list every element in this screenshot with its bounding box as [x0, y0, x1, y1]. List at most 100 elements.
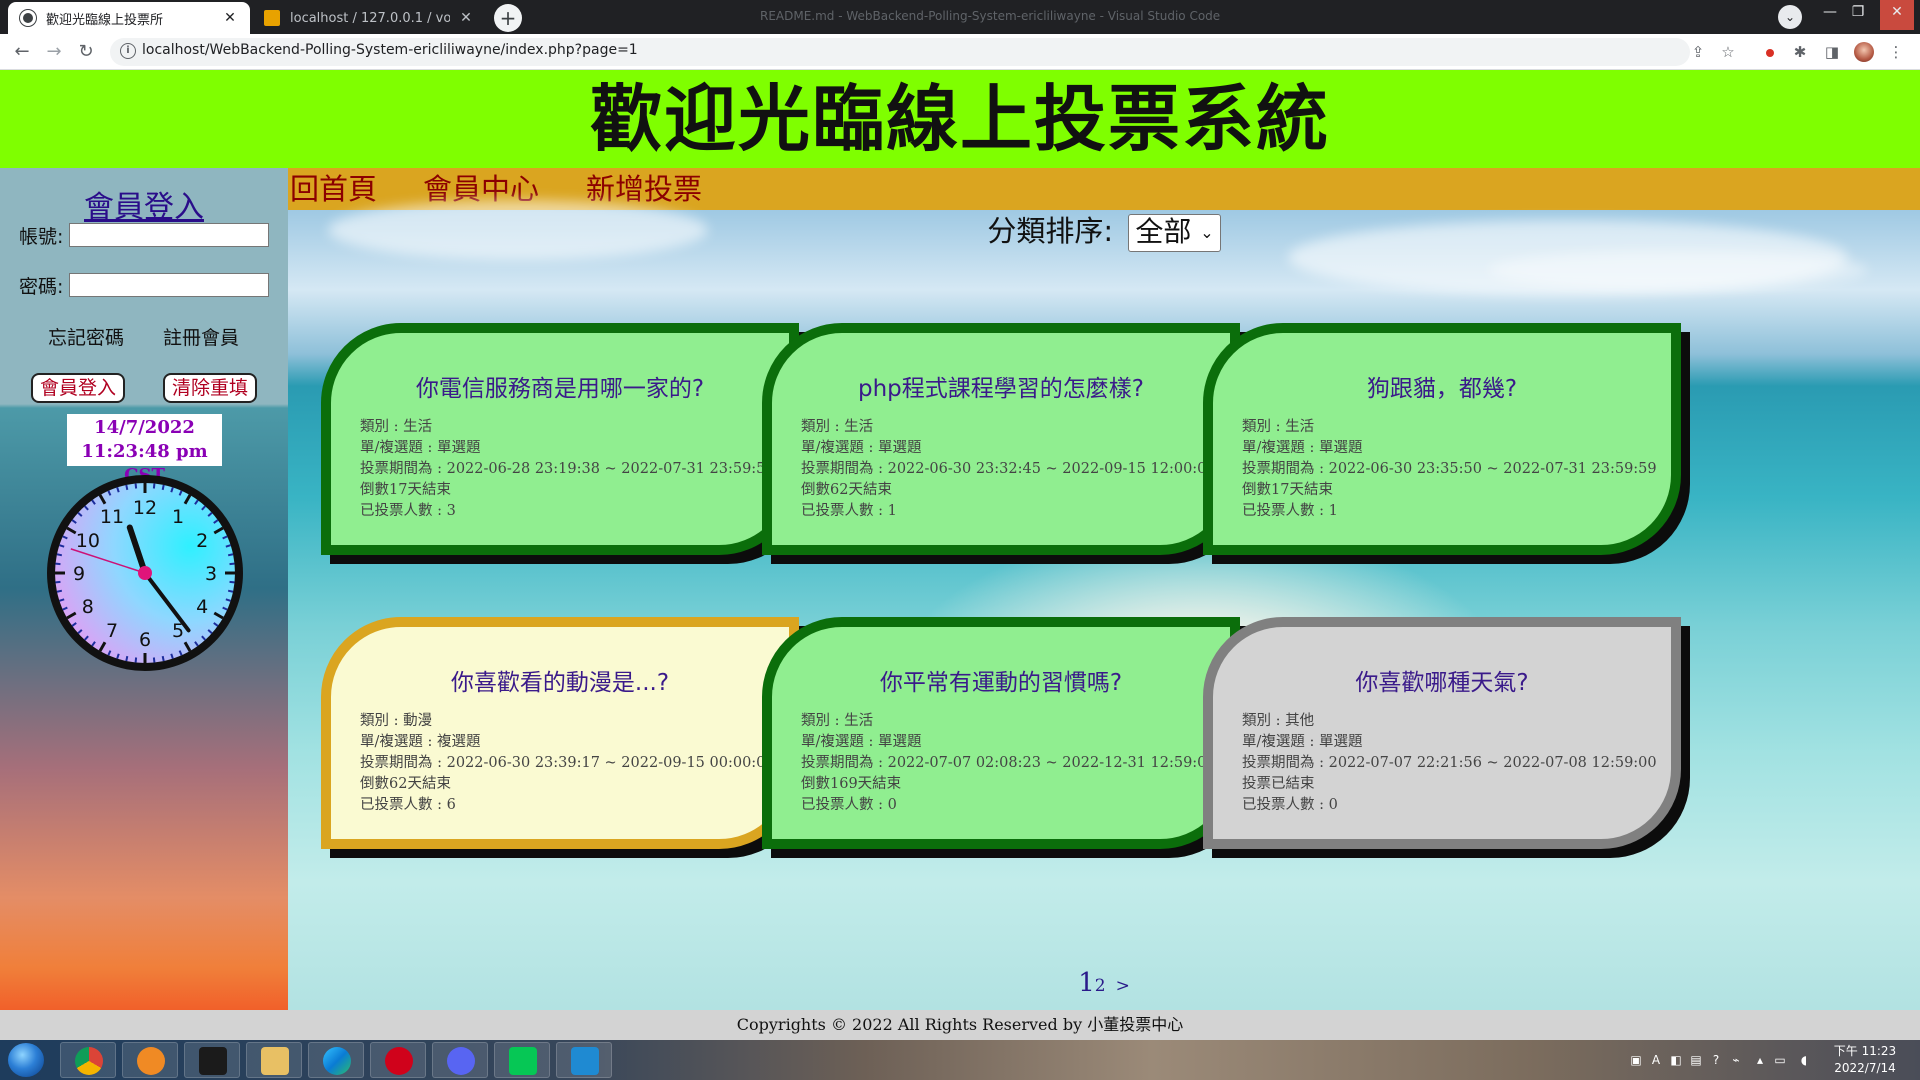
poll-card-body: 你喜歡看的動漫是...? 類別 : 動漫 單/複選題 : 複選題 投票期間為 : 20…: [321, 617, 799, 849]
page-current: 1: [1078, 968, 1095, 998]
volume-icon[interactable]: ◖: [1796, 1052, 1812, 1068]
tray-icon[interactable]: ⌁: [1728, 1052, 1744, 1068]
clock-tick: [125, 484, 129, 491]
poll-period: 投票期間為 : 2022-06-30 23:39:17 ~ 2022-09-15…: [360, 755, 775, 771]
poll-card[interactable]: php程式課程學習的怎麼樣? 類別 : 生活 單/複選題 : 單選題 投票期間為 : …: [762, 323, 1247, 563]
window-close-icon[interactable]: ✕: [1880, 0, 1914, 30]
login-title[interactable]: 會員登入: [0, 182, 288, 226]
url-text[interactable]: localhost/WebBackend-Polling-System-eric…: [142, 42, 638, 58]
site-info-icon[interactable]: i: [120, 43, 136, 59]
poll-status: 倒數169天結束: [801, 776, 902, 792]
tray-icon[interactable]: ▣: [1628, 1052, 1644, 1068]
taskbar-app-button[interactable]: [308, 1042, 364, 1078]
poll-period: 投票期間為 : 2022-06-30 23:35:50 ~ 2022-07-31…: [1242, 461, 1657, 477]
nav-home[interactable]: 回首頁: [290, 168, 377, 210]
window-title: README.md - WebBackend-Polling-System-er…: [760, 9, 1221, 23]
poll-type: 單/複選題 : 單選題: [801, 440, 922, 456]
share-icon[interactable]: ⇪: [1688, 42, 1708, 62]
close-icon[interactable]: ✕: [222, 10, 238, 26]
poll-voters: 已投票人數 : 1: [1242, 503, 1338, 519]
poll-voters: 已投票人數 : 6: [360, 797, 456, 813]
chrome-icon: [75, 1047, 103, 1075]
poll-status: 倒數17天結束: [1242, 482, 1333, 498]
poll-title[interactable]: 你電信服務商是用哪一家的?: [331, 369, 789, 403]
reset-button[interactable]: 清除重填: [163, 373, 257, 403]
tab-search-icon[interactable]: ⌄: [1778, 5, 1802, 29]
taskbar-app-button[interactable]: [246, 1042, 302, 1078]
close-icon[interactable]: ✕: [458, 10, 474, 26]
tray-icon[interactable]: ◧: [1668, 1052, 1684, 1068]
poll-title[interactable]: 你平常有運動的習慣嗎?: [772, 663, 1230, 697]
poll-status: 倒數62天結束: [801, 482, 892, 498]
side-panel-icon[interactable]: ◨: [1822, 42, 1842, 62]
poll-category: 類別 : 生活: [360, 419, 433, 435]
tray-clock[interactable]: 下午 11:23 2022/7/14: [1830, 1043, 1900, 1077]
show-hidden-icon[interactable]: ▴: [1752, 1052, 1768, 1068]
poll-card[interactable]: 你平常有運動的習慣嗎? 類別 : 生活 單/複選題 : 單選題 投票期間為 : 202…: [762, 617, 1247, 857]
taskbar-app-button[interactable]: [370, 1042, 426, 1078]
taskbar-app-button[interactable]: [494, 1042, 550, 1078]
start-menu-icon[interactable]: [8, 1043, 44, 1077]
poll-title[interactable]: 你喜歡看的動漫是...?: [331, 663, 789, 697]
extensions-icon[interactable]: ✱: [1790, 42, 1810, 62]
clock-tick: [227, 589, 234, 593]
poll-category: 類別 : 生活: [801, 713, 874, 729]
poll-voters: 已投票人數 : 0: [801, 797, 897, 813]
address-bar[interactable]: i localhost/WebBackend-Polling-System-er…: [110, 38, 1690, 66]
poll-category: 類別 : 動漫: [360, 713, 433, 729]
vscode-icon: [571, 1047, 599, 1075]
record-extension-icon[interactable]: [1760, 42, 1780, 62]
clock-tick: [152, 483, 156, 489]
poll-meta: 類別 : 生活 單/複選題 : 單選題 投票期間為 : 2022-06-30 23:…: [801, 417, 1216, 522]
pagination: 12 >: [288, 968, 1920, 998]
register-link[interactable]: 註冊會員: [163, 323, 239, 350]
bookmark-icon[interactable]: ☆: [1718, 42, 1738, 62]
poll-card-body: php程式課程學習的怎麼樣? 類別 : 生活 單/複選題 : 單選題 投票期間為 : …: [762, 323, 1240, 555]
terminal-icon: [199, 1047, 227, 1075]
taskbar-app-button[interactable]: [122, 1042, 178, 1078]
tab-active[interactable]: 歡迎光臨線上投票所 ✕: [8, 2, 250, 34]
poll-card[interactable]: 狗跟貓，都幾? 類別 : 生活 單/複選題 : 單選題 投票期間為 : 2022-06…: [1203, 323, 1688, 563]
poll-title[interactable]: php程式課程學習的怎麼樣?: [772, 369, 1230, 403]
poll-card[interactable]: 你喜歡看的動漫是...? 類別 : 動漫 單/複選題 : 複選題 投票期間為 : 20…: [321, 617, 806, 857]
line-icon: [509, 1047, 537, 1075]
profile-avatar[interactable]: [1854, 42, 1874, 62]
taskbar-app-button[interactable]: [60, 1042, 116, 1078]
poll-card[interactable]: 你電信服務商是用哪一家的? 類別 : 生活 單/複選題 : 單選題 投票期間為 : 2…: [321, 323, 806, 563]
web-page: 歡迎光臨線上投票系統 會員登入 帳號: 密碼: 忘記密碼 註冊會員 會員登入 清…: [0, 70, 1920, 1040]
poll-title[interactable]: 狗跟貓，都幾?: [1213, 369, 1671, 403]
minimize-icon[interactable]: —: [1818, 0, 1842, 30]
back-icon[interactable]: ←: [10, 40, 34, 64]
poll-meta: 類別 : 生活 單/複選題 : 單選題 投票期間為 : 2022-06-30 23:…: [1242, 417, 1657, 522]
tray-icon[interactable]: ▤: [1688, 1052, 1704, 1068]
site-title: 歡迎光臨線上投票系統: [589, 77, 1330, 161]
forgot-password-link[interactable]: 忘記密碼: [48, 323, 124, 350]
poll-title[interactable]: 你喜歡哪種天氣?: [1213, 663, 1671, 697]
taskbar-app-button[interactable]: [556, 1042, 612, 1078]
page-next-link[interactable]: >: [1116, 976, 1130, 996]
page-2-link[interactable]: 2: [1095, 976, 1106, 996]
sort-select[interactable]: 全部 ⌄: [1128, 214, 1221, 252]
account-input[interactable]: [69, 223, 269, 247]
new-tab-button[interactable]: +: [494, 4, 522, 32]
poll-category: 類別 : 生活: [1242, 419, 1315, 435]
forward-icon[interactable]: →: [42, 40, 66, 64]
clock-numeral: 2: [196, 530, 208, 552]
poll-card[interactable]: 你喜歡哪種天氣? 類別 : 其他 單/複選題 : 單選題 投票期間為 : 2022-0…: [1203, 617, 1688, 857]
network-icon[interactable]: ▭: [1772, 1052, 1788, 1068]
taskbar-app-button[interactable]: [184, 1042, 240, 1078]
clock-tick: [125, 655, 129, 662]
browser-menu-icon[interactable]: ⋮: [1886, 42, 1906, 62]
ime-icon[interactable]: A: [1648, 1052, 1664, 1068]
background-cloud: [1488, 250, 1868, 290]
poll-period: 投票期間為 : 2022-06-28 23:19:38 ~ 2022-07-31…: [360, 461, 775, 477]
reload-icon[interactable]: ↻: [74, 40, 98, 64]
login-button[interactable]: 會員登入: [31, 373, 125, 403]
help-icon[interactable]: ?: [1708, 1052, 1724, 1068]
maximize-icon[interactable]: ❐: [1846, 0, 1870, 30]
taskbar-app-button[interactable]: [432, 1042, 488, 1078]
tab-inactive[interactable]: localhost / 127.0.0.1 / votesyste ✕: [252, 2, 486, 34]
poll-card-body: 你電信服務商是用哪一家的? 類別 : 生活 單/複選題 : 單選題 投票期間為 : 2…: [321, 323, 799, 555]
password-input[interactable]: [69, 273, 269, 297]
poll-voters: 已投票人數 : 0: [1242, 797, 1338, 813]
